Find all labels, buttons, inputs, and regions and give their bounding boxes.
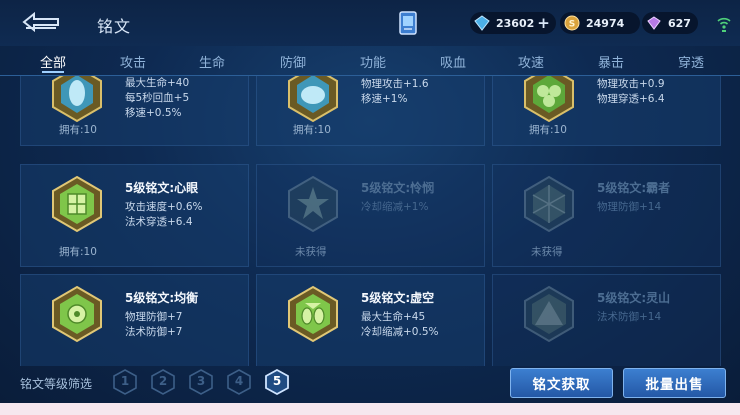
inscription-book-icon[interactable] bbox=[398, 10, 418, 36]
stat-line: 法术防御+14 bbox=[597, 311, 662, 323]
level-number: 1 bbox=[120, 374, 130, 388]
inscription-screen: 铭文 23602 + S 24974 627 全部 攻击 生命 防御 功能 吸血… bbox=[0, 0, 740, 403]
teal-gem-icon bbox=[288, 76, 338, 123]
obtain-inscription-button[interactable]: 铭文获取 bbox=[510, 368, 613, 398]
level-number: 5 bbox=[272, 374, 282, 388]
tab-all[interactable]: 全部 bbox=[40, 52, 66, 71]
stat-line: 物理防御+7 bbox=[125, 311, 183, 323]
stat-line: 移速+1% bbox=[361, 93, 408, 105]
level-filter-3[interactable]: 3 bbox=[189, 369, 213, 395]
active-tab-indicator bbox=[42, 71, 64, 73]
stat-line: 物理攻击+1.6 bbox=[361, 78, 429, 90]
inscription-card[interactable]: 5级铭文:心眼 攻击速度+0.6% 法术穿透+6.4 拥有:10 bbox=[20, 164, 249, 267]
bulk-sell-button[interactable]: 批量出售 bbox=[623, 368, 726, 398]
stat-line: 物理防御+14 bbox=[597, 201, 662, 213]
bottom-strip bbox=[0, 403, 740, 415]
inscription-card[interactable]: 物理攻击+1.6 移速+1% 拥有:10 bbox=[256, 76, 485, 146]
inscription-name: 5级铭文:怜悯 bbox=[361, 181, 435, 195]
level-filter-4[interactable]: 4 bbox=[227, 369, 251, 395]
owned-count: 拥有:10 bbox=[529, 124, 567, 136]
level-filter-5[interactable]: 5 bbox=[265, 369, 289, 395]
teal-gem-icon bbox=[52, 76, 102, 123]
diamond-currency: 23602 + bbox=[470, 12, 556, 34]
network-status-icon bbox=[717, 17, 731, 32]
gem-count: 627 bbox=[668, 16, 691, 30]
owned-status: 未获得 bbox=[295, 246, 327, 258]
inscription-card-locked[interactable]: 5级铭文:灵山 法术防御+14 bbox=[492, 274, 721, 366]
add-diamond-button[interactable]: + bbox=[537, 15, 550, 31]
stat-line: 攻击速度+0.6% bbox=[125, 201, 203, 213]
level-filter-1[interactable]: 1 bbox=[113, 369, 137, 395]
stat-line: 冷却缩减+1% bbox=[361, 201, 429, 213]
stat-line: 物理攻击+0.9 bbox=[597, 78, 665, 90]
purple-gem-icon bbox=[647, 16, 661, 30]
tab-attack[interactable]: 攻击 bbox=[120, 52, 146, 71]
back-button[interactable] bbox=[22, 10, 62, 34]
inscription-card-locked[interactable]: 5级铭文:霸者 物理防御+14 未获得 bbox=[492, 164, 721, 267]
star-gem-icon bbox=[288, 175, 338, 233]
green-clover-gem-icon bbox=[524, 76, 574, 123]
green-gem-icon bbox=[52, 175, 102, 233]
inscription-name: 5级铭文:心眼 bbox=[125, 181, 199, 195]
owned-count: 拥有:10 bbox=[59, 246, 97, 258]
inscription-name: 5级铭文:均衡 bbox=[125, 291, 199, 305]
inscription-name: 5级铭文:虚空 bbox=[361, 291, 435, 305]
stat-line: 法术穿透+6.4 bbox=[125, 216, 193, 228]
stat-line: 最大生命+45 bbox=[361, 311, 426, 323]
gem-currency: 627 bbox=[642, 12, 698, 34]
stat-line: 物理穿透+6.4 bbox=[597, 93, 665, 105]
diamond-icon bbox=[474, 15, 490, 31]
diamond-count: 23602 bbox=[496, 16, 535, 30]
back-arrow-icon bbox=[22, 11, 59, 33]
level-number: 2 bbox=[158, 374, 168, 388]
top-bar: 铭文 23602 + S 24974 627 bbox=[0, 0, 740, 46]
gold-count: 24974 bbox=[586, 16, 625, 30]
owned-count: 拥有:10 bbox=[59, 124, 97, 136]
page-title: 铭文 bbox=[97, 17, 132, 36]
owned-count: 拥有:10 bbox=[293, 124, 331, 136]
inscription-card[interactable]: 5级铭文:均衡 物理防御+7 法术防御+7 bbox=[20, 274, 249, 366]
inscription-card[interactable]: 5级铭文:虚空 最大生命+45 冷却缩减+0.5% bbox=[256, 274, 485, 366]
svg-text:S: S bbox=[569, 20, 575, 30]
inscription-grid: 最大生命+40 每5秒回血+5 移速+0.5% 拥有:10 物理攻击+1.6 移… bbox=[0, 76, 740, 366]
tab-lifesteal[interactable]: 吸血 bbox=[440, 52, 466, 71]
level-number: 3 bbox=[196, 374, 206, 388]
tab-utility[interactable]: 功能 bbox=[360, 52, 386, 71]
green-gem-icon bbox=[288, 285, 338, 343]
inscription-card[interactable]: 最大生命+40 每5秒回血+5 移速+0.5% 拥有:10 bbox=[20, 76, 249, 146]
inscription-name: 5级铭文:霸者 bbox=[597, 181, 671, 195]
green-gem-icon bbox=[52, 285, 102, 343]
stat-line: 冷却缩减+0.5% bbox=[361, 326, 439, 338]
gold-coin-icon: S bbox=[564, 15, 580, 31]
tab-health[interactable]: 生命 bbox=[199, 52, 225, 71]
inscription-card[interactable]: 物理攻击+0.9 物理穿透+6.4 拥有:10 bbox=[492, 76, 721, 146]
stat-line: 移速+0.5% bbox=[125, 107, 182, 119]
category-tabs: 全部 攻击 生命 防御 功能 吸血 攻速 暴击 穿透 bbox=[0, 46, 740, 76]
mountain-gem-icon bbox=[524, 285, 574, 343]
inscription-name: 5级铭文:灵山 bbox=[597, 291, 671, 305]
tab-attack-speed[interactable]: 攻速 bbox=[518, 52, 544, 71]
inscription-card-locked[interactable]: 5级铭文:怜悯 冷却缩减+1% 未获得 bbox=[256, 164, 485, 267]
level-filter-2[interactable]: 2 bbox=[151, 369, 175, 395]
shield-gem-icon bbox=[524, 175, 574, 233]
owned-status: 未获得 bbox=[531, 246, 563, 258]
tab-penetration[interactable]: 穿透 bbox=[678, 52, 704, 71]
stat-line: 最大生命+40 bbox=[125, 77, 190, 89]
gold-currency: S 24974 bbox=[560, 12, 640, 34]
tab-defense[interactable]: 防御 bbox=[280, 52, 306, 71]
tab-critical[interactable]: 暴击 bbox=[598, 52, 624, 71]
level-filter-label: 铭文等级筛选 bbox=[20, 377, 93, 391]
stat-line: 法术防御+7 bbox=[125, 326, 183, 338]
level-number: 4 bbox=[234, 374, 244, 388]
stat-line: 每5秒回血+5 bbox=[125, 92, 190, 104]
